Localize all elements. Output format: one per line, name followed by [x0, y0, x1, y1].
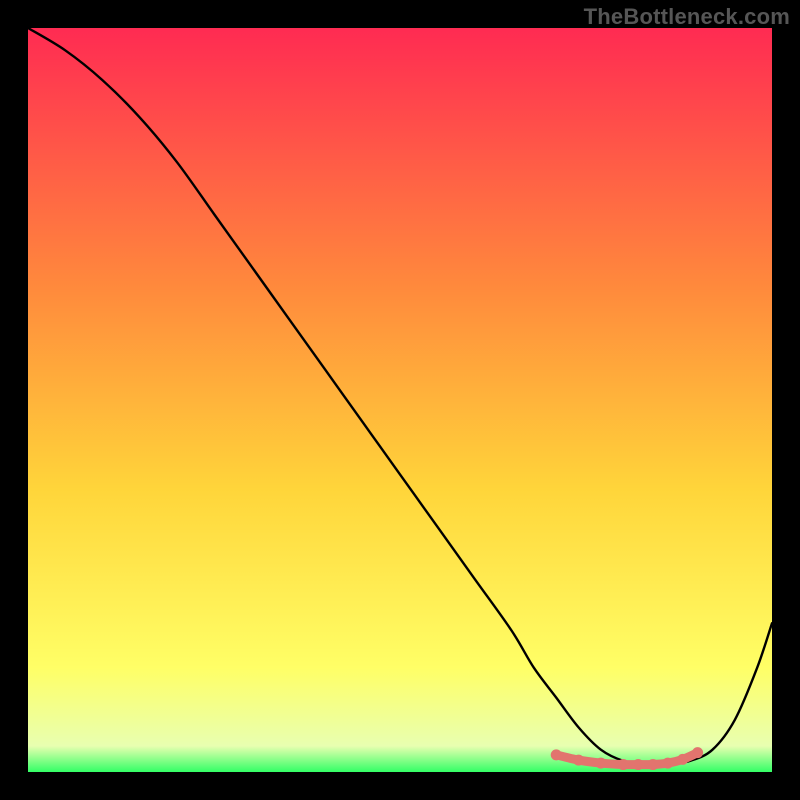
chart-frame	[28, 28, 772, 772]
highlight-dot	[633, 759, 644, 770]
highlight-dot	[551, 749, 562, 760]
bottleneck-chart	[28, 28, 772, 772]
highlight-dot	[692, 747, 703, 758]
chart-background	[28, 28, 772, 772]
highlight-dot	[618, 759, 629, 770]
highlight-dot	[573, 755, 584, 766]
highlight-dot	[647, 759, 658, 770]
highlight-dot	[677, 754, 688, 765]
highlight-dot	[595, 758, 606, 769]
highlight-dot	[662, 758, 673, 769]
watermark-text: TheBottleneck.com	[584, 4, 790, 30]
